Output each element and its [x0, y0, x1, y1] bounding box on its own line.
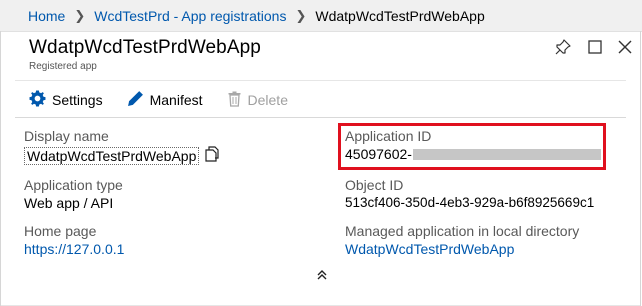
toolbar-divider — [15, 117, 626, 118]
display-name-value[interactable]: WdatpWcdTestPrdWebApp — [24, 146, 200, 165]
application-type-value: Web app / API — [24, 195, 114, 211]
chevron-right-icon: ❯ — [295, 7, 307, 23]
toolbar: Settings Manifest Delete — [29, 88, 312, 112]
manifest-label: Manifest — [149, 92, 203, 108]
pencil-icon — [127, 90, 150, 110]
object-id-label: Object ID — [345, 177, 404, 193]
settings-button[interactable]: Settings — [29, 90, 103, 110]
managed-application-link[interactable]: WdatpWcdTestPrdWebApp — [345, 241, 579, 257]
home-page-label: Home page — [24, 223, 97, 239]
gear-icon — [29, 90, 52, 110]
page-subtitle: Registered app — [29, 61, 97, 72]
trash-icon — [227, 91, 248, 110]
page-title: WdatpWcdTestPrdWebApp — [29, 37, 261, 58]
breadcrumb-current: WdatpWcdTestPrdWebApp — [315, 7, 485, 24]
display-name-label: Display name — [24, 128, 109, 144]
manifest-button[interactable]: Manifest — [127, 90, 203, 110]
delete-button[interactable]: Delete — [227, 91, 288, 110]
home-page-field: Home page https://127.0.0.1 — [24, 223, 124, 257]
application-type-field: Application type Web app / API — [24, 177, 123, 211]
pin-icon[interactable] — [555, 39, 571, 60]
maximize-icon[interactable] — [587, 39, 603, 60]
display-name-field: Display name WdatpWcdTestPrdWebApp — [24, 128, 220, 165]
breadcrumb-home-link[interactable]: Home — [28, 8, 65, 24]
managed-application-label: Managed application in local directory — [345, 223, 580, 239]
delete-label: Delete — [247, 92, 288, 108]
close-icon[interactable] — [617, 39, 633, 60]
chevron-right-icon: ❯ — [74, 7, 86, 23]
breadcrumb: Home ❯ WcdTestPrd - App registrations ❯ … — [0, 0, 642, 32]
highlight-box — [338, 123, 606, 170]
home-page-link[interactable]: https://127.0.0.1 — [24, 241, 124, 257]
managed-application-field: Managed application in local directory W… — [345, 223, 579, 257]
chevron-double-up-icon[interactable] — [316, 268, 328, 286]
app-blade: WdatpWcdTestPrdWebApp Registered app Set… — [0, 31, 641, 306]
breadcrumb-app-registrations-link[interactable]: WcdTestPrd - App registrations — [94, 8, 286, 24]
title-divider — [15, 80, 626, 81]
object-id-value: 513cf406-350d-4eb3-929a-b6f8925669c1 — [345, 195, 595, 210]
object-id-field: Object ID 513cf406-350d-4eb3-929a-b6f892… — [345, 177, 594, 210]
copy-icon[interactable] — [205, 146, 220, 165]
settings-label: Settings — [52, 92, 103, 108]
application-type-label: Application type — [24, 177, 123, 193]
